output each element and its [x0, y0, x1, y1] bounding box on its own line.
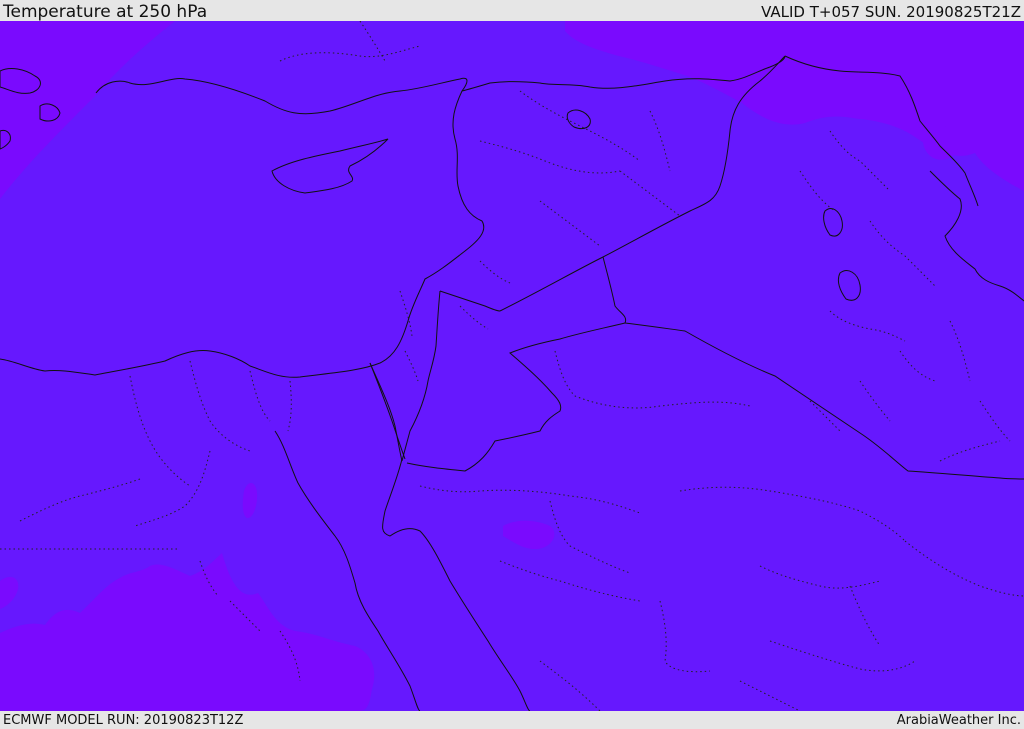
map-title: Temperature at 250 hPa: [3, 2, 208, 22]
map-figure: Temperature at 250 hPa VALID T+057 SUN. …: [0, 0, 1024, 729]
credit-label: ArabiaWeather Inc.: [896, 713, 1021, 728]
map-header: Temperature at 250 hPa VALID T+057 SUN. …: [0, 0, 1024, 22]
temperature-map: [0, 21, 1024, 711]
model-run-label: ECMWF MODEL RUN: 20190823T12Z: [3, 713, 244, 728]
map-footer: ECMWF MODEL RUN: 20190823T12Z ArabiaWeat…: [0, 711, 1024, 729]
valid-time-label: VALID T+057 SUN. 20190825T21Z: [761, 3, 1021, 21]
